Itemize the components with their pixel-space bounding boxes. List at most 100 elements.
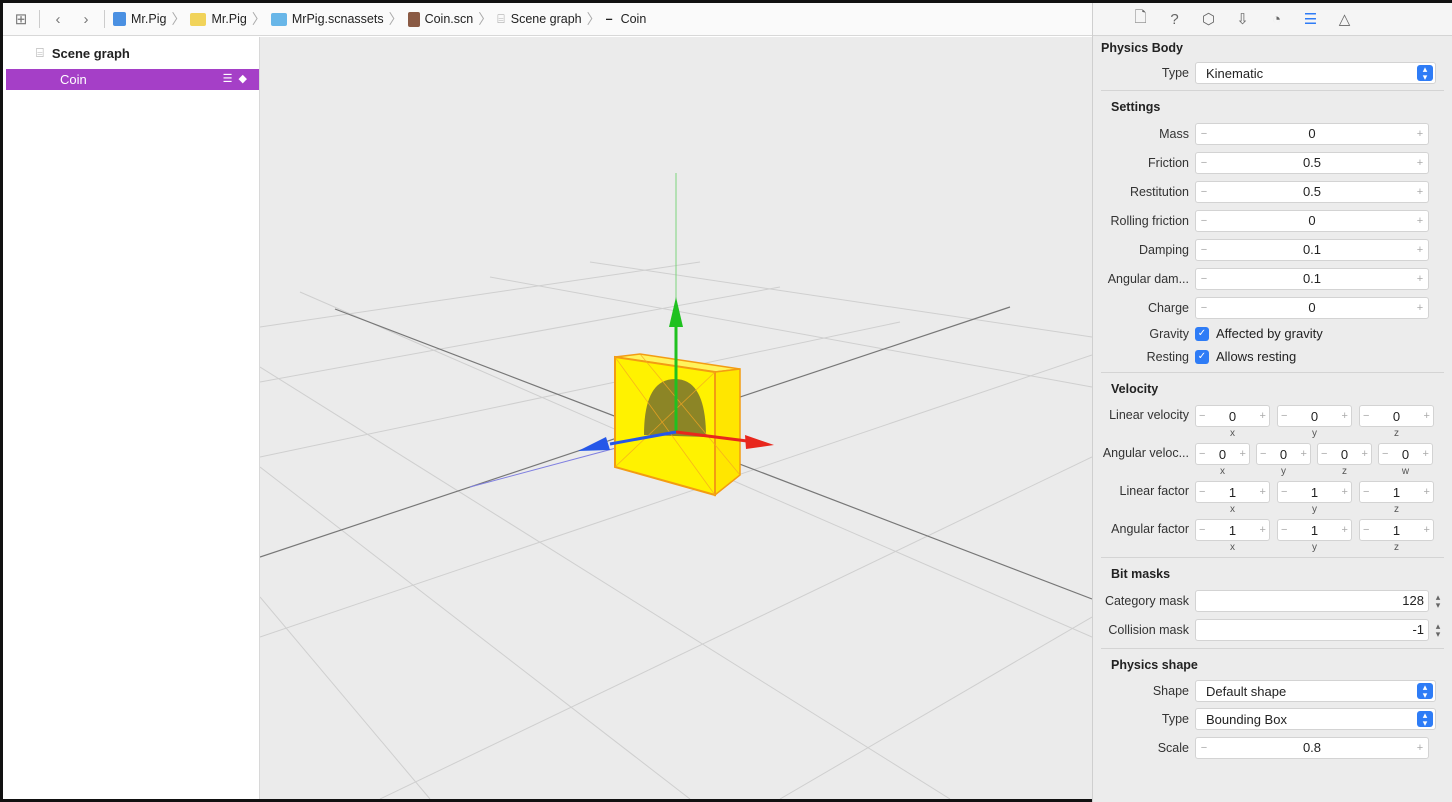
decrement-button[interactable]: − [1196, 244, 1212, 256]
linear-velocity-label: Linear velocity [1109, 408, 1189, 422]
node-inspector-icon[interactable]: ⬡ [1200, 10, 1218, 28]
linear-factor-y[interactable]: −1 + [1277, 481, 1352, 503]
linear-factor-z[interactable]: −1 + [1359, 481, 1434, 503]
attributes-inspector-icon[interactable]: ⇩ [1234, 10, 1252, 28]
select-arrows-icon: ▴ ▾ [1417, 711, 1433, 728]
angular-velocity-z[interactable]: −0 + [1317, 443, 1372, 465]
gravity-row: Gravity ✓ Affected by gravity [1093, 322, 1452, 345]
scene-graph-header: ⌸ Scene graph [6, 37, 259, 69]
scene-viewport[interactable] [260, 37, 1092, 799]
shape-type-row: Type Bounding Box ▴ ▾ [1093, 705, 1452, 733]
increment-button[interactable]: + [1412, 742, 1428, 754]
friction-stepper[interactable]: − 0.5 + [1195, 151, 1429, 174]
restitution-stepper[interactable]: − 0.5 + [1195, 180, 1429, 203]
shape-value: Default shape [1206, 683, 1287, 699]
resting-checkbox[interactable]: ✓ [1195, 349, 1209, 364]
linear-velocity-x[interactable]: −0 + [1195, 405, 1270, 427]
resting-checkbox-label[interactable]: Allows resting [1216, 349, 1296, 364]
settings-label: Friction [1148, 155, 1189, 170]
linear-factor-x[interactable]: −1 + [1195, 481, 1270, 503]
increment-button[interactable]: + [1412, 302, 1428, 314]
category-mask-value: 128 [1402, 593, 1424, 608]
section-divider [1101, 90, 1444, 91]
scene-node-row[interactable]: Coin ☰ ◆ [6, 69, 259, 90]
shape-select[interactable]: Default shape ▴ ▾ [1195, 680, 1436, 702]
bitmasks-title: Bit masks [1111, 567, 1171, 581]
gravity-checkbox[interactable]: ✓ [1195, 326, 1209, 341]
breadcrumb-item-node[interactable]: – Coin [606, 12, 647, 26]
component-label: z [1394, 542, 1399, 553]
rolling-friction-stepper[interactable]: − 0 + [1195, 209, 1429, 232]
charge-stepper[interactable]: − 0 + [1195, 296, 1429, 319]
back-chevron-icon[interactable]: ‹ [48, 9, 68, 29]
shape-row: Shape Default shape ▴ ▾ [1093, 677, 1452, 705]
decrement-button[interactable]: − [1196, 742, 1212, 754]
linear-velocity-y[interactable]: −0 + [1277, 405, 1352, 427]
scene-inspector-icon[interactable]: △ [1336, 10, 1354, 28]
component-label: y [1281, 466, 1286, 477]
angular-velocity-w[interactable]: −0 + [1378, 443, 1433, 465]
physics-inspector-icon[interactable]: ☰ [1302, 10, 1320, 28]
angular-velocity-x[interactable]: −0 + [1195, 443, 1250, 465]
increment-button[interactable]: + [1412, 128, 1428, 140]
angular-velocity-fields: −0 + x −0 + y −0 + z −0 + w [1195, 443, 1433, 477]
physics-body-title: Physics Body [1101, 41, 1183, 55]
category-mask-stepper-icon[interactable]: ▴ ▾ [1432, 592, 1444, 609]
increment-button[interactable]: + [1412, 157, 1428, 169]
friction-value: 0.5 [1302, 155, 1322, 170]
angular-velocity-row: Angular veloc... −0 + x −0 + y −0 + z −0 + w [1093, 439, 1452, 477]
angular-factor-z[interactable]: −1 + [1359, 519, 1434, 541]
category-mask-row: Category mask 128 ▴ ▾ [1093, 586, 1452, 615]
breadcrumb-item-project[interactable]: Mr.Pig [113, 12, 166, 26]
angular-factor-label: Angular factor [1111, 522, 1189, 536]
angular-velocity-y[interactable]: −0 + [1256, 443, 1311, 465]
collision-mask-field[interactable]: -1 [1195, 618, 1429, 641]
resting-row: Resting ✓ Allows resting [1093, 345, 1452, 368]
section-divider [1101, 372, 1444, 373]
increment-button[interactable]: + [1412, 215, 1428, 227]
increment-button[interactable]: + [1412, 244, 1428, 256]
help-inspector-icon[interactable]: ? [1166, 11, 1184, 28]
breadcrumb-item-scene-graph[interactable]: ⌸ Scene graph [497, 12, 581, 27]
decrement-button[interactable]: − [1196, 273, 1212, 285]
breadcrumb-label: Mr.Pig [131, 12, 167, 26]
breadcrumb-item-scnassets[interactable]: MrPig.scnassets [270, 12, 384, 26]
file-inspector-icon[interactable]: 🗋 [1132, 7, 1150, 32]
x-axis-arrow-icon [745, 435, 774, 449]
decrement-button[interactable]: − [1196, 128, 1212, 140]
decrement-button[interactable]: − [1196, 215, 1212, 227]
collision-mask-stepper-icon[interactable]: ▴ ▾ [1432, 621, 1444, 638]
scene-file-icon [407, 11, 420, 27]
linear-velocity-z[interactable]: −0 + [1359, 405, 1434, 427]
increment-button[interactable]: + [1412, 273, 1428, 285]
breadcrumb-label: Coin.scn [424, 12, 474, 26]
angular-damping-stepper[interactable]: − 0.1 + [1195, 267, 1429, 290]
decrement-button[interactable]: − [1196, 157, 1212, 169]
mass-stepper[interactable]: − 0 + [1195, 122, 1429, 145]
breadcrumb-label: Coin [620, 12, 647, 26]
shape-type-select[interactable]: Bounding Box ▴ ▾ [1195, 708, 1436, 730]
increment-button[interactable]: + [1412, 186, 1428, 198]
shape-type-label: Type [1161, 712, 1189, 726]
scene-graph-icon: ⌸ [497, 11, 505, 26]
gravity-checkbox-label[interactable]: Affected by gravity [1216, 326, 1323, 341]
body-type-select[interactable]: Kinematic ▴ ▾ [1195, 62, 1436, 84]
scene-graph-navigator: ⌸ Scene graph Coin ☰ ◆ [6, 37, 260, 799]
damping-stepper[interactable]: − 0.1 + [1195, 238, 1429, 261]
chevron-right-icon: 〉 [388, 11, 403, 27]
angular-factor-x[interactable]: −1 + [1195, 519, 1270, 541]
forward-chevron-icon[interactable]: › [76, 9, 96, 29]
decrement-button[interactable]: − [1196, 186, 1212, 198]
breadcrumb-item-scene-file[interactable]: Coin.scn [407, 11, 474, 27]
material-inspector-icon[interactable]: ◔ [1268, 11, 1286, 28]
angular-velocity-label: Angular veloc... [1102, 446, 1189, 460]
category-mask-field[interactable]: 128 [1195, 589, 1429, 612]
related-items-icon[interactable]: ⊞ [11, 9, 31, 29]
transform-gizmo[interactable] [578, 297, 774, 451]
angular-factor-y[interactable]: −1 + [1277, 519, 1352, 541]
component-label: z [1394, 428, 1399, 439]
scale-stepper[interactable]: − 0.8 + [1195, 736, 1429, 759]
scene-node-label: Coin [60, 72, 87, 87]
breadcrumb-item-folder[interactable]: Mr.Pig [190, 12, 247, 26]
decrement-button[interactable]: − [1196, 302, 1212, 314]
